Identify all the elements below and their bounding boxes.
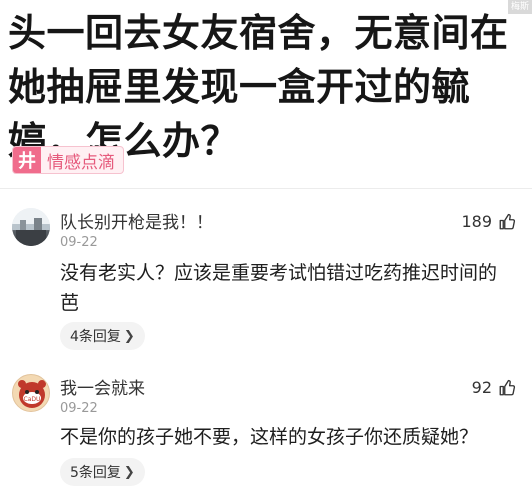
view-replies-button[interactable]: 4条回复 ❯ [60,322,145,350]
tag-label: 情感点滴 [47,152,115,173]
like-count: 189 [461,212,492,231]
comment-username[interactable]: 队长别开枪是我！！ [60,208,213,233]
like-button[interactable]: 189 [461,212,516,231]
cartoon-avatar-icon: CaDU [18,380,46,408]
chevron-right-icon: ❯ [123,328,135,344]
top-divider [0,188,532,189]
landscape-avatar-icon [12,208,50,246]
comment-content: 不是你的孩子她不要，这样的女孩子你还质疑她？ [60,426,479,448]
thumbs-up-icon [499,213,516,229]
like-count: 92 [471,378,492,397]
hashtag-icon: 井 [13,147,41,173]
comment-date: 09-22 [60,235,98,250]
comment-content: 没有老实人？应该是重要考试怕错过吃药推迟时间的芭 [60,262,498,314]
watermark: 梅斯 [507,0,532,14]
thumbs-up-icon [499,379,516,395]
avatar-text: CaDU [24,396,41,403]
comment-date: 09-22 [60,401,98,416]
user-avatar[interactable] [12,208,50,246]
article-title: 头一回去女友宿舍，无意间在她抽屉里发现一盒开过的毓婷，怎么办？ [8,11,509,163]
replies-label: 4条回复 [70,329,121,345]
replies-label: 5条回复 [70,465,121,481]
chevron-right-icon: ❯ [123,464,135,480]
view-replies-button[interactable]: 5条回复 ❯ [60,458,145,486]
comment-username[interactable]: 我一会就来 [60,374,145,399]
like-button[interactable]: 92 [472,378,516,397]
topic-tag[interactable]: 井 情感点滴 [12,146,124,174]
user-avatar[interactable]: CaDU [12,374,50,412]
